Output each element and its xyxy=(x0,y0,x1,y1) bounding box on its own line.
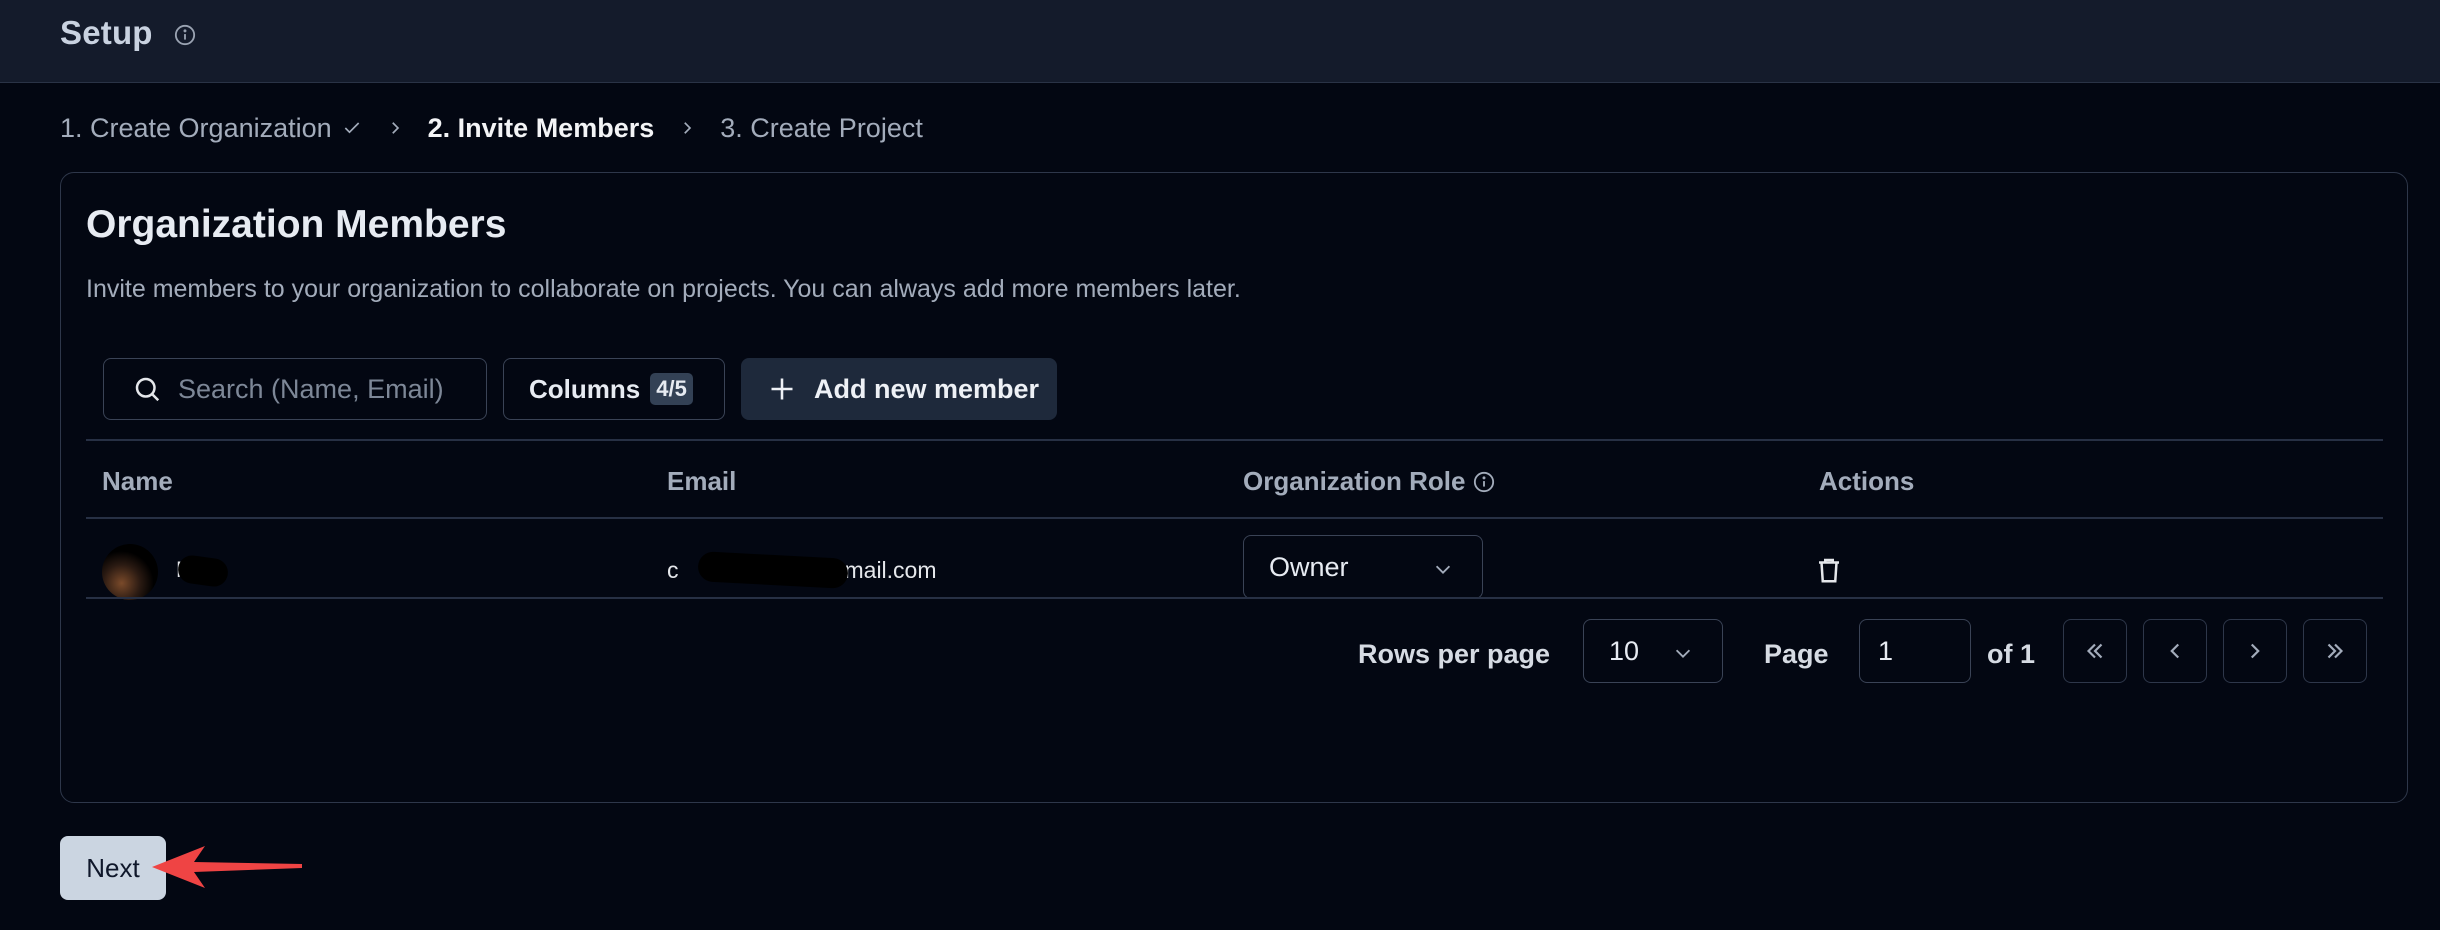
card-description: Invite members to your organization to c… xyxy=(86,275,1241,303)
add-new-member-button[interactable]: Add new member xyxy=(741,358,1057,420)
topbar: Setup xyxy=(0,0,2440,83)
first-page-icon xyxy=(2086,643,2103,659)
stepper: 1. Create Organization 2. Invite Members… xyxy=(60,110,923,146)
divider xyxy=(86,439,2383,441)
members-card: Organization Members Invite members to y… xyxy=(60,172,2408,803)
role-select[interactable]: Owner xyxy=(1243,535,1483,599)
page-title: Setup xyxy=(60,14,153,51)
column-header-email[interactable]: Email xyxy=(667,466,736,497)
step-create-organization[interactable]: 1. Create Organization xyxy=(60,113,362,144)
page-count-label: of 1 xyxy=(1987,639,2036,669)
column-header-role[interactable]: Organization Role xyxy=(1243,466,1495,497)
info-icon[interactable] xyxy=(1473,471,1495,493)
column-header-actions: Actions xyxy=(1819,466,1915,496)
rows-per-page-label: Rows per page xyxy=(1358,639,1551,669)
rows-per-page-select[interactable]: 10 xyxy=(1583,619,1723,683)
redaction-mark xyxy=(176,553,230,589)
column-header-name[interactable]: Name xyxy=(102,466,173,497)
step-label: 2. Invite Members xyxy=(427,112,655,143)
prev-page-button[interactable] xyxy=(2143,619,2207,683)
chevron-right-icon xyxy=(391,122,399,134)
next-page-button[interactable] xyxy=(2223,619,2287,683)
first-page-button[interactable] xyxy=(2063,619,2127,683)
avatar xyxy=(102,544,158,600)
step-create-project[interactable]: 3. Create Project xyxy=(720,113,923,144)
chevron-down-icon xyxy=(1435,565,1451,574)
step-invite-members[interactable]: 2. Invite Members xyxy=(428,113,655,144)
next-page-icon xyxy=(2250,643,2260,659)
last-page-button[interactable] xyxy=(2303,619,2367,683)
page-label: Page xyxy=(1764,639,1829,669)
rows-per-page-value: 10 xyxy=(1609,635,1640,666)
columns-button[interactable]: Columns 4/5 xyxy=(503,358,725,420)
trash-icon[interactable] xyxy=(1814,555,1844,585)
columns-label: Columns xyxy=(529,373,641,404)
columns-count-badge: 4/5 xyxy=(650,373,693,405)
divider xyxy=(86,597,2383,599)
page-number-input[interactable] xyxy=(1859,619,1971,683)
search-box[interactable] xyxy=(103,358,487,420)
divider xyxy=(86,517,2383,519)
column-header-role-label: Organization Role xyxy=(1243,466,1466,496)
annotation-arrow-icon xyxy=(152,846,302,888)
role-value: Owner xyxy=(1269,551,1349,582)
step-label: 3. Create Project xyxy=(720,112,923,143)
add-member-label: Add new member xyxy=(814,373,1040,404)
email-prefix: c xyxy=(667,557,679,583)
prev-page-icon xyxy=(2170,643,2180,659)
info-icon[interactable] xyxy=(174,24,196,46)
search-icon xyxy=(135,377,160,402)
chevron-right-icon xyxy=(684,122,692,134)
chevron-down-icon xyxy=(1675,649,1691,658)
last-page-icon xyxy=(2327,643,2344,659)
check-icon xyxy=(344,122,359,134)
email-suffix: mail.com xyxy=(844,557,937,583)
plus-icon xyxy=(771,378,793,400)
search-input[interactable] xyxy=(178,373,468,405)
step-label: 1. Create Organization xyxy=(60,112,332,143)
card-title: Organization Members xyxy=(86,203,507,246)
